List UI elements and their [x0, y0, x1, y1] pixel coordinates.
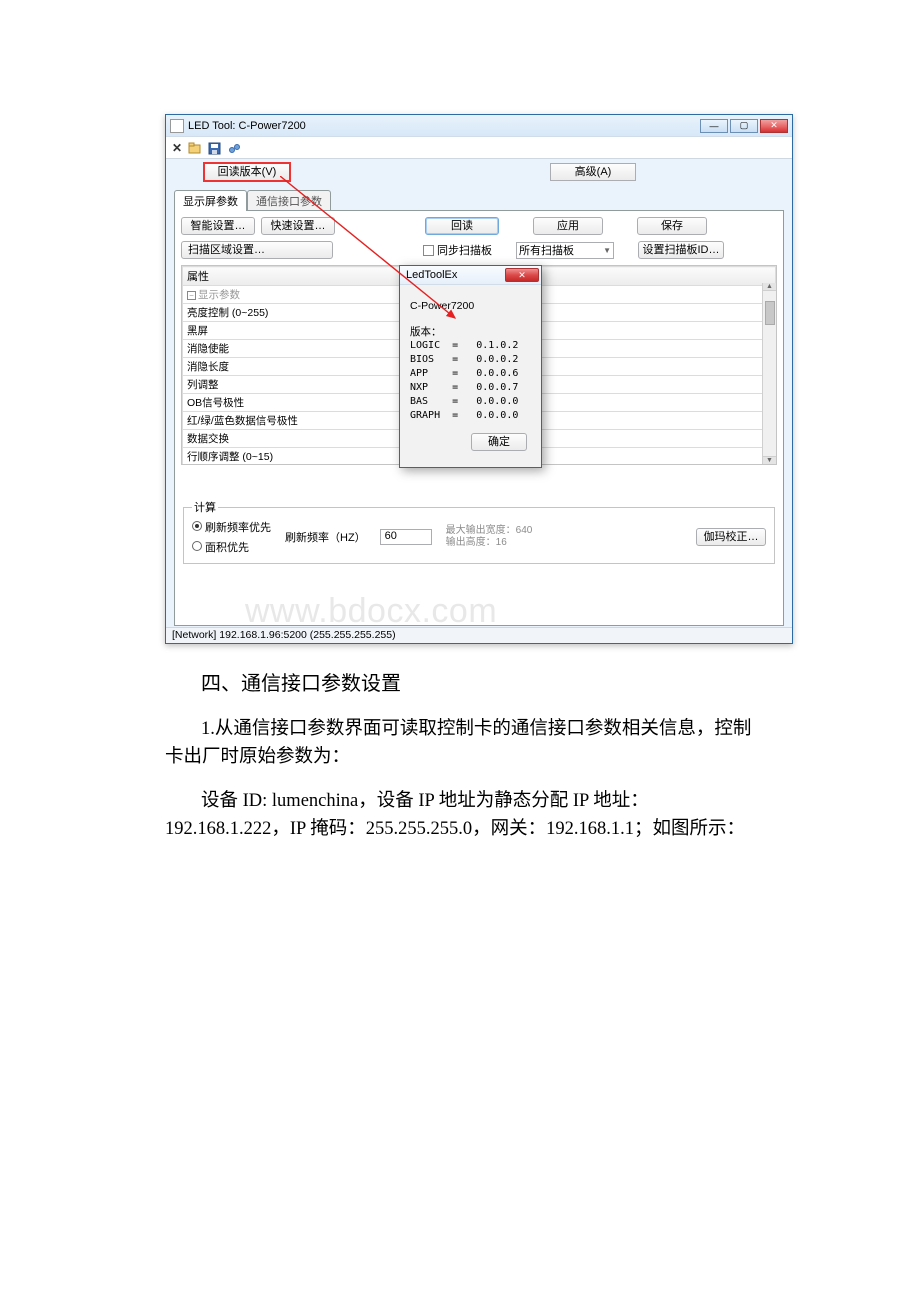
dialog-version-label: 版本： [410, 325, 533, 339]
tab-comm-params[interactable]: 通信接口参数 [247, 190, 331, 211]
window-title: LED Tool: C-Power7200 [188, 120, 700, 132]
calc-legend: 计算 [192, 499, 218, 515]
version-lines: LOGIC = 0.1.0.2BIOS = 0.0.0.2APP = 0.0.0… [410, 339, 533, 423]
radio-area-label: 面积优先 [205, 542, 249, 554]
output-info: 最大输出宽度：640 输出高度：16 [446, 525, 533, 549]
chevron-down-icon: ▼ [603, 246, 611, 255]
calc-group: 计算 刷新频率优先 面积优先 刷新频率（HZ） 60 最大输出宽度：640 输出… [183, 499, 775, 564]
radio-refresh-first[interactable]: 刷新频率优先 [192, 519, 271, 535]
apply-button[interactable]: 应用 [533, 217, 603, 235]
save-icon[interactable] [208, 140, 221, 154]
advanced-button[interactable]: 高级(A) [550, 163, 636, 181]
close-button[interactable]: ✕ [760, 119, 788, 133]
read-version-button[interactable]: 回读版本(V) [204, 163, 290, 181]
readback-button[interactable]: 回读 [425, 217, 499, 235]
scan-select[interactable]: 所有扫描板 ▼ [516, 242, 614, 259]
grid-scrollbar[interactable] [762, 283, 776, 464]
refresh-rate-input[interactable]: 60 [380, 529, 432, 545]
collapse-icon[interactable]: − [187, 291, 196, 300]
scan-select-value: 所有扫描板 [519, 242, 574, 258]
max-out-width: 最大输出宽度：640 [446, 525, 533, 537]
status-bar: [Network] 192.168.1.96:5200 (255.255.255… [166, 627, 792, 643]
radio-area-first[interactable]: 面积优先 [192, 539, 271, 555]
sync-scan-label: 同步扫描板 [437, 242, 492, 258]
network-icon[interactable] [227, 141, 241, 155]
tab-display-params[interactable]: 显示屏参数 [174, 190, 247, 211]
set-scan-id-button[interactable]: 设置扫描板ID… [638, 241, 724, 259]
dialog-ok-button[interactable]: 确定 [471, 433, 527, 451]
scan-area-button[interactable]: 扫描区域设置… [181, 241, 333, 259]
dialog-title: LedToolEx [406, 269, 457, 281]
tab-strip: 显示屏参数 通信接口参数 [174, 189, 784, 210]
scrollbar-thumb[interactable] [765, 301, 775, 325]
radio-refresh-label: 刷新频率优先 [205, 522, 271, 534]
close-tool-icon[interactable]: ✕ [172, 141, 182, 155]
doc-heading: 四、通信接口参数设置 [201, 673, 401, 695]
watermark: www.bdocx.com [245, 592, 497, 631]
save-button[interactable]: 保存 [637, 217, 707, 235]
cat-display: 显示参数 [198, 289, 240, 301]
dialog-close-button[interactable]: ✕ [505, 268, 539, 282]
sync-scan-checkbox[interactable]: 同步扫描板 [423, 242, 492, 258]
version-dialog: LedToolEx ✕ C-Power7200 版本： LOGIC = 0.1.… [399, 265, 542, 468]
doc-text: 四、通信接口参数设置 1.从通信接口参数界面可读取控制卡的通信接口参数相关信息，… [165, 670, 765, 843]
title-bar[interactable]: LED Tool: C-Power7200 — ▢ ✕ [166, 115, 792, 137]
app-window: LED Tool: C-Power7200 — ▢ ✕ ✕ 回读版本(V) 高级… [165, 114, 793, 644]
maximize-button[interactable]: ▢ [730, 119, 758, 133]
quick-setup-button[interactable]: 快速设置… [261, 217, 335, 235]
doc-p2: 设备 ID: lumenchina，设备 IP 地址为静态分配 IP 地址：19… [165, 787, 765, 843]
minimize-button[interactable]: — [700, 119, 728, 133]
smart-setup-button[interactable]: 智能设置… [181, 217, 255, 235]
refresh-rate-label: 刷新频率（HZ） [285, 529, 366, 545]
dialog-product: C-Power7200 [410, 299, 533, 313]
doc-p1: 1.从通信接口参数界面可读取控制卡的通信接口参数相关信息，控制卡出厂时原始参数为… [165, 715, 765, 771]
app-icon [170, 119, 184, 133]
open-icon[interactable] [188, 141, 202, 155]
toolbar: ✕ [166, 137, 792, 159]
out-height: 输出高度：16 [446, 537, 533, 549]
gamma-button[interactable]: 伽玛校正… [696, 528, 766, 546]
